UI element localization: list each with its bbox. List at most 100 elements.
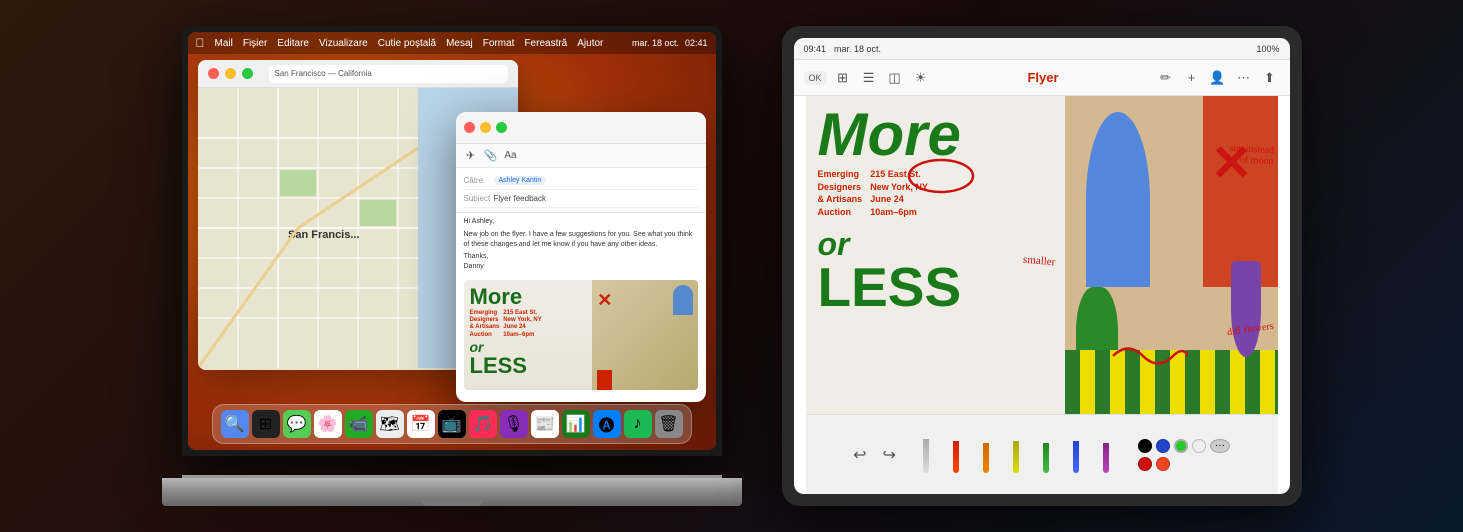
color-row-1: ··· xyxy=(1138,439,1230,453)
swatch-blue[interactable] xyxy=(1156,439,1170,453)
ipad-more-icon[interactable]: ⋯ xyxy=(1234,68,1254,88)
dock-icon-appstore[interactable]: 🅐 xyxy=(593,410,621,438)
menu-item-fisier[interactable]: Fișier xyxy=(243,38,267,49)
ipad-sun-icon[interactable]: ☀ xyxy=(911,68,931,88)
ipad-pencil-toolbar: ↩ ↪ xyxy=(806,414,1278,494)
dock-icon-podcasts[interactable]: 🎙 xyxy=(500,410,528,438)
attach-icon[interactable]: 📎 xyxy=(484,149,498,163)
ipad-toolbar: OK ⊞ ☰ ◫ ☀ Flyer ✏ + 👤 ⋯ ⬆ xyxy=(794,60,1290,96)
ipad-flyer-content: More EmergingDesigners& ArtisansAuction … xyxy=(806,96,1278,414)
maps-search-bar[interactable]: San Francisco — California xyxy=(269,65,508,83)
dock-icon-news[interactable]: 📰 xyxy=(531,410,559,438)
pencil-tools-row: ↩ ↪ xyxy=(853,437,1230,473)
swatch-black[interactable] xyxy=(1138,439,1152,453)
ipad-add-icon[interactable]: + xyxy=(1182,68,1202,88)
tool-pen-red[interactable] xyxy=(946,437,966,473)
dock-icon-launchpad[interactable]: ⊞ xyxy=(252,410,280,438)
ipad-screen[interactable]: 09:41 mar. 18 oct. 100% OK ⊞ ☰ ◫ ☀ Flyer… xyxy=(794,38,1290,494)
ipad-battery: 100% xyxy=(1256,44,1279,54)
swatch-light[interactable] xyxy=(1192,439,1206,453)
macbook-display:  Mail Fișier Editare Vizualizare Cutie … xyxy=(188,32,716,450)
swatch-orange-red[interactable] xyxy=(1156,457,1170,471)
tool-pen-orange[interactable] xyxy=(976,437,996,473)
flyer-mini-content: More EmergingDesigners& ArtisansAuction … xyxy=(464,280,698,390)
ipad-status-left: 09:41 mar. 18 oct. xyxy=(804,44,882,54)
traffic-light-close[interactable] xyxy=(208,68,219,79)
ipad-sidebar-icon[interactable]: ◫ xyxy=(885,68,905,88)
mail-minimize-btn[interactable] xyxy=(480,122,491,133)
map-park xyxy=(360,200,396,226)
swatch-red[interactable] xyxy=(1138,457,1152,471)
color-swatches-group: ··· xyxy=(1138,439,1230,471)
dock-icon-spotify[interactable]: ♪ xyxy=(624,410,652,438)
mail-to-label: Către xyxy=(464,176,494,185)
tool-pen-purple[interactable] xyxy=(1096,437,1116,473)
menu-item-vizualizare[interactable]: Vizualizare xyxy=(319,38,368,49)
ipad-share-icon[interactable]: ⬆ xyxy=(1260,68,1280,88)
menu-item-cutie[interactable]: Cutie poștală xyxy=(378,38,436,49)
tool-pencil-1[interactable] xyxy=(916,437,936,473)
ipad-grid-icon[interactable]: ⊞ xyxy=(833,68,853,88)
mail-compose-window[interactable]: ✈ 📎 Aa Către Ashley Kantin Subiect xyxy=(456,112,706,402)
flyer-more-text: More xyxy=(818,108,1054,162)
dock-icon-maps[interactable]: 🗺 xyxy=(376,410,404,438)
ipad-doc-title: Flyer xyxy=(1027,70,1058,85)
arch-blue-large xyxy=(1086,112,1150,287)
color-row-2 xyxy=(1138,457,1230,471)
menu-item-mesaj[interactable]: Mesaj xyxy=(446,38,473,49)
maps-titlebar: San Francisco — California xyxy=(198,60,518,88)
traffic-light-minimize[interactable] xyxy=(225,68,236,79)
mail-body[interactable]: Hi Ashley, New job on the flyer. I have … xyxy=(456,213,706,276)
menu-item-format[interactable]: Format xyxy=(483,38,515,49)
dock-icon-calendar[interactable]: 📅 xyxy=(407,410,435,438)
ipad-pencil-icon[interactable]: ✏ xyxy=(1156,68,1176,88)
tool-pen-blue[interactable] xyxy=(1066,437,1086,473)
flyer-mini-right: ✕ xyxy=(592,280,697,390)
dock-icon-finder[interactable]: 🔍 xyxy=(221,410,249,438)
scene:  Mail Fișier Editare Vizualizare Cutie … xyxy=(0,0,1463,532)
dock-icon-numbers[interactable]: 📊 xyxy=(562,410,590,438)
mail-recipient-chip: Ashley Kantin xyxy=(494,176,547,185)
arch-blue xyxy=(673,285,693,315)
menu-bar-date: mar. 18 oct. xyxy=(632,38,679,48)
tool-pen-green[interactable] xyxy=(1036,437,1056,473)
mail-titlebar xyxy=(456,112,706,144)
ipad-ok-button[interactable]: OK xyxy=(804,71,827,85)
arch-red xyxy=(597,370,612,390)
menu-item-mail[interactable]: Mail xyxy=(215,38,233,49)
macbook-notch xyxy=(422,500,482,506)
undo-button[interactable]: ↩ xyxy=(853,445,866,465)
dock-icon-itv[interactable]: 📺 xyxy=(438,410,466,438)
mail-subject-value: Flyer feedback xyxy=(494,194,546,203)
mail-maximize-btn[interactable] xyxy=(496,122,507,133)
rect-red: ✕ xyxy=(1203,96,1277,287)
menu-item-fereastra[interactable]: Fereastră xyxy=(524,38,567,49)
flyer-left-panel: More EmergingDesigners& ArtisansAuction … xyxy=(806,96,1066,414)
dock-icon-trash[interactable]: 🗑 xyxy=(655,410,683,438)
ipad-list-icon[interactable]: ☰ xyxy=(859,68,879,88)
swatch-green[interactable] xyxy=(1174,439,1188,453)
redo-button[interactable]: ↪ xyxy=(883,445,896,465)
ipad-person-icon[interactable]: 👤 xyxy=(1208,68,1228,88)
dock-icon-messages[interactable]: 💬 xyxy=(283,410,311,438)
ipad-date: mar. 18 oct. xyxy=(834,44,881,54)
tool-pen-yellow[interactable] xyxy=(1006,437,1026,473)
dock-icon-photos[interactable]: 🌸 xyxy=(314,410,342,438)
menu-item-ajutor[interactable]: Ajutor xyxy=(577,38,603,49)
ipad: 09:41 mar. 18 oct. 100% OK ⊞ ☰ ◫ ☀ Flyer… xyxy=(782,26,1302,506)
map-park xyxy=(280,170,316,196)
dock-icon-facetime[interactable]: 📹 xyxy=(345,410,373,438)
macbook:  Mail Fișier Editare Vizualizare Cutie … xyxy=(162,26,742,506)
menu-item-editare[interactable]: Editare xyxy=(277,38,309,49)
ipad-toolbar-right: ✏ + 👤 ⋯ ⬆ xyxy=(1156,68,1280,88)
red-circle-annotation xyxy=(906,156,976,196)
map-city-label: San Francis... xyxy=(288,229,360,241)
dock-icon-music[interactable]: 🎵 xyxy=(469,410,497,438)
swatch-more[interactable]: ··· xyxy=(1210,439,1230,453)
traffic-light-maximize[interactable] xyxy=(242,68,253,79)
send-icon[interactable]: ✈ xyxy=(464,149,478,163)
mail-close-btn[interactable] xyxy=(464,122,475,133)
format-icon[interactable]: Aa xyxy=(504,149,518,163)
vase-purple xyxy=(1231,261,1261,356)
annotation-sun: sun insteadof moon xyxy=(1228,143,1274,167)
